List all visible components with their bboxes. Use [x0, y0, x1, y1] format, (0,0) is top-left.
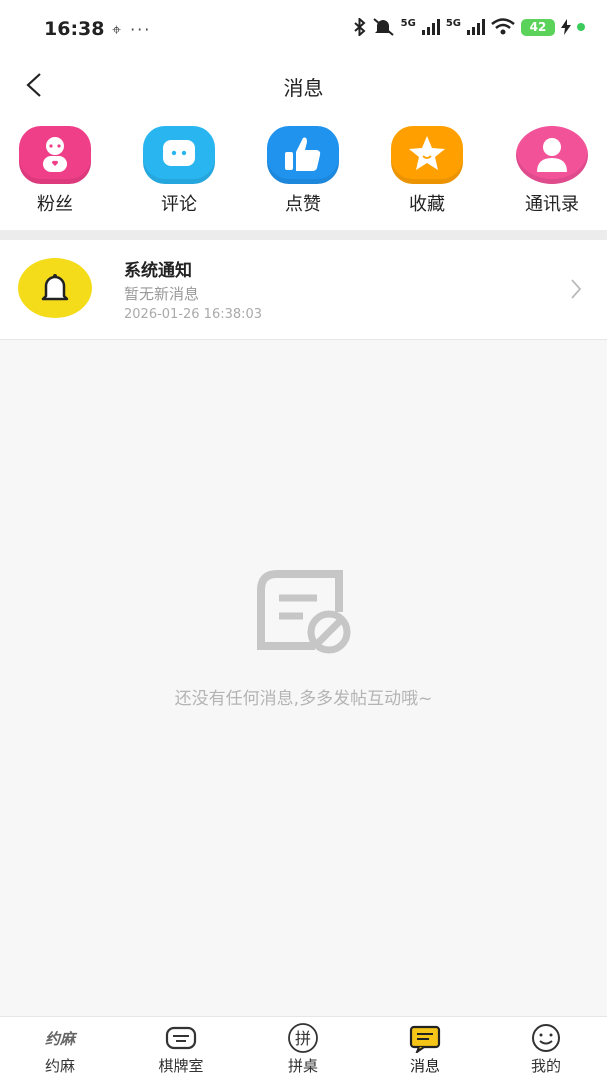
tab-pin-table[interactable]: 拼 拼桌 [253, 1023, 353, 1076]
notice-subtitle: 暂无新消息 [124, 285, 200, 303]
bell-icon [41, 274, 69, 301]
signal-icon-1 [421, 19, 440, 35]
network-label-2: 5G [445, 18, 461, 29]
status-right-icons: 5G 5G 42 [353, 18, 585, 36]
tab-yuema[interactable]: 约麻 约麻 [10, 1023, 110, 1076]
status-notification-icons: ⌖ ··· [112, 20, 152, 39]
chevron-right-icon [571, 279, 582, 299]
svg-text:约麻: 约麻 [45, 1030, 78, 1048]
tab-label: 约麻 [44, 1057, 75, 1075]
shortcut-label: 通讯录 [525, 194, 579, 215]
fans-icon [19, 126, 91, 184]
smile-icon [496, 1023, 596, 1053]
card-room-icon [131, 1023, 231, 1053]
status-bar: 16:38 ⌖ ··· 5G 5G 42 [0, 0, 607, 60]
shortcut-label: 收藏 [409, 194, 445, 215]
contacts-icon [516, 126, 588, 184]
status-dot [577, 23, 585, 31]
shortcut-row: 粉丝 评论 点赞 收藏 通讯录 [0, 110, 607, 230]
bluetooth-icon [353, 18, 366, 36]
network-label-1: 5G [400, 18, 416, 29]
notice-avatar [18, 258, 92, 318]
system-notice-item[interactable]: 系统通知 暂无新消息 2026-01-26 16:38:03 [0, 240, 607, 340]
yuema-icon: 约麻 [10, 1023, 110, 1053]
shortcut-likes[interactable]: 点赞 [253, 126, 353, 216]
empty-message-icon [257, 570, 351, 654]
battery-icon: 42 [521, 18, 555, 36]
status-time: 16:38 [44, 18, 105, 40]
bottom-tab-bar: 约麻 约麻 棋牌室 拼 拼桌 消息 我的 [0, 1016, 607, 1081]
tab-label: 棋牌室 [158, 1057, 204, 1075]
shortcut-label: 粉丝 [37, 194, 73, 215]
tab-messages[interactable]: 消息 [375, 1023, 475, 1076]
tab-label: 我的 [530, 1057, 561, 1075]
charging-icon [561, 19, 571, 35]
mute-icon [373, 18, 394, 36]
notice-time: 2026-01-26 16:38:03 [124, 307, 263, 322]
star-icon [391, 126, 463, 184]
wifi-icon [491, 18, 515, 35]
svg-text:拼: 拼 [295, 1029, 311, 1048]
tab-card-room[interactable]: 棋牌室 [131, 1023, 231, 1076]
tab-label: 消息 [409, 1057, 440, 1075]
signal-icon-2 [467, 19, 485, 35]
shortcut-label: 评论 [161, 194, 197, 215]
thumbs-up-icon [267, 126, 339, 184]
page-title: 消息 [283, 76, 324, 100]
notice-title: 系统通知 [124, 261, 192, 281]
section-divider [0, 230, 607, 240]
shortcut-favorites[interactable]: 收藏 [377, 126, 477, 216]
message-icon [375, 1023, 475, 1053]
tab-label: 拼桌 [287, 1057, 318, 1075]
shortcut-comments[interactable]: 评论 [129, 126, 229, 216]
shortcut-fans[interactable]: 粉丝 [5, 126, 105, 216]
tab-me[interactable]: 我的 [496, 1023, 596, 1076]
shortcut-label: 点赞 [285, 194, 321, 215]
nav-bar: 消息 [0, 60, 607, 110]
shortcut-contacts[interactable]: 通讯录 [502, 126, 602, 216]
comment-icon [143, 126, 215, 184]
battery-level: 42 [529, 20, 547, 34]
pin-table-icon: 拼 [253, 1023, 353, 1053]
empty-state-text: 还没有任何消息,多多发帖互动哦~ [174, 689, 433, 709]
